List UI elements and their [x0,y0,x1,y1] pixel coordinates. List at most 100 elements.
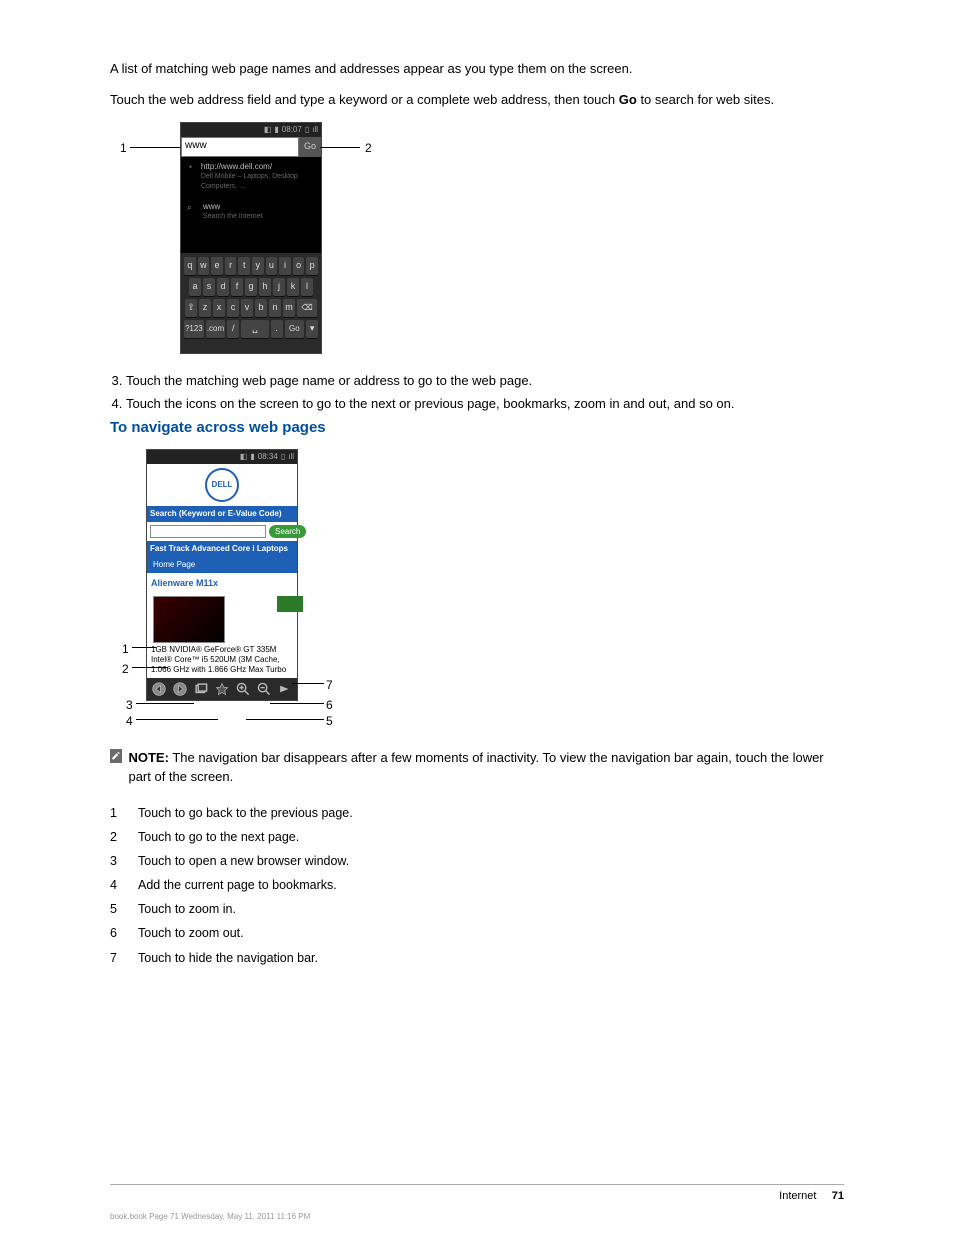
callout-c7-line [292,683,324,684]
phone-screenshot-2: ◧ ▮ 08:34 ▯ ıll DELL Search (Keyword or … [146,449,298,701]
intro-b-1: Touch the web address field and type a k… [110,92,619,107]
legend-row: 3Touch to open a new browser window. [110,849,363,873]
step-3: Touch the matching web page name or addr… [126,372,844,391]
callout-c1-line [132,647,156,648]
product-link[interactable]: Alienware M11x [147,573,297,594]
legend-text: Touch to zoom in. [138,897,363,921]
callout-c5: 5 [326,713,333,730]
on-screen-keyboard[interactable]: qwertyuiop asdfghjkl ⇧zxcvbnm⌫ ?123.com/… [181,253,321,353]
callout-2-line [320,147,360,148]
status-bar-2: ◧ ▮ 08:34 ▯ ıll [147,450,297,464]
legend-num: 3 [110,849,138,873]
search-icon: ⌕ [187,201,197,211]
callout-c4-line [136,719,218,720]
callout-1-line [130,147,180,148]
status-bar: ◧ ▮ 08:07 ▯ ıll [181,123,321,137]
kbd-hide-icon[interactable]: ▾ [306,320,318,338]
steps-list: Touch the matching web page name or addr… [110,372,844,414]
phone-screenshot-1: ◧ ▮ 08:07 ▯ ıll www Go ◔ http://www.dell… [180,122,322,354]
legend-text: Touch to zoom out. [138,921,363,945]
hide-nav-button[interactable] [275,680,293,698]
spec-line-1: 1GB NVIDIA® GeForce® GT 335M [147,645,297,655]
intro-para-a: A list of matching web page names and ad… [110,60,844,79]
battery-icon: ▯ [305,124,309,136]
section-navigate-title: To navigate across web pages [110,417,844,439]
legend-row: 5Touch to zoom in. [110,897,363,921]
callout-c7: 7 [326,677,333,694]
status-time: 08:07 [282,124,302,136]
site-search-input[interactable] [150,525,266,539]
sugg2-sub: Search the Internet [203,212,263,222]
back-button[interactable] [150,680,168,698]
battery-icon: ▯ [281,451,285,463]
fast-track-badge-icon [277,596,303,612]
spec-line-2: Intel® Core™ i5 520UM (3M Cache, 1.066 G… [147,655,297,675]
callout-2: 2 [365,140,372,157]
intro-para-b: Touch the web address field and type a k… [110,91,844,110]
book-file-stamp: book.book Page 71 Wednesday, May 11, 201… [110,1211,310,1223]
suggestion-search[interactable]: ⌕ www Search the Internet [181,197,321,227]
forward-button[interactable] [171,680,189,698]
url-input[interactable]: www [181,137,299,157]
nav-toolbar [147,678,297,700]
sugg1-sub: Dell Mobile – Laptops, Desktop Computers… [201,172,315,192]
note-text: The navigation bar disappears after a fe… [128,750,823,784]
wifi-icon: ◧ [264,124,272,136]
callout-c3-line [136,703,194,704]
legend-text: Touch to open a new browser window. [138,849,363,873]
footer-rule [110,1184,844,1185]
legend-num: 1 [110,801,138,825]
zoom-out-button[interactable] [255,680,273,698]
fast-track-bar: Fast Track Advanced Core i Laptops [147,541,297,557]
product-image [153,596,225,643]
shift-icon[interactable]: ⇧ [185,299,197,317]
figure-url-entry: 1 ◧ ▮ 08:07 ▯ ıll www Go ◔ http://www.de… [110,122,844,362]
callout-c1: 1 [122,641,129,658]
legend-num: 5 [110,897,138,921]
legend-text: Add the current page to bookmarks. [138,873,363,897]
legend-text: Touch to hide the navigation bar. [138,946,363,970]
footer-page-number: 71 [832,1190,844,1202]
note-icon [110,749,122,763]
sugg1-url: http://www.dell.com/ [201,161,315,173]
callout-c6: 6 [326,697,333,714]
history-icon: ◔ [187,161,195,171]
legend-row: 4Add the current page to bookmarks. [110,873,363,897]
legend-num: 4 [110,873,138,897]
signal-icon: ▮ [274,124,278,136]
page-footer: Internet 71 [779,1189,844,1205]
footer-section: Internet [779,1190,816,1202]
sugg2-title: www [203,201,263,213]
note-box: NOTE: The navigation bar disappears afte… [110,749,844,787]
signal-icon: ▮ [250,451,254,463]
site-search-button[interactable]: Search [269,525,306,539]
wifi-icon: ◧ [240,451,248,463]
callout-c2: 2 [122,661,129,678]
zoom-in-button[interactable] [234,680,252,698]
legend-text: Touch to go to the next page. [138,825,363,849]
legend-num: 6 [110,921,138,945]
suggestion-history[interactable]: ◔ http://www.dell.com/ Dell Mobile – Lap… [181,157,321,197]
legend-table: 1Touch to go back to the previous page.2… [110,801,363,970]
intro-b-2: to search for web sites. [640,92,774,107]
new-window-button[interactable] [192,680,210,698]
callout-c4: 4 [126,713,133,730]
bookmark-button[interactable] [213,680,231,698]
legend-num: 2 [110,825,138,849]
callout-c6-line [270,703,324,704]
legend-row: 6Touch to zoom out. [110,921,363,945]
search-label: Search (Keyword or E-Value Code) [147,506,297,522]
legend-row: 2Touch to go to the next page. [110,825,363,849]
figure-navigate: ◧ ▮ 08:34 ▯ ıll DELL Search (Keyword or … [110,449,844,739]
home-page-link[interactable]: Home Page [147,557,297,573]
bars-icon: ıll [312,124,318,136]
backspace-icon[interactable]: ⌫ [297,299,317,317]
callout-c5-line [246,719,324,720]
step-4: Touch the icons on the screen to go to t… [126,395,844,414]
callout-c3: 3 [126,697,133,714]
go-button[interactable]: Go [299,137,321,157]
bars-icon: ıll [288,451,294,463]
note-prefix: NOTE: [128,750,168,765]
legend-num: 7 [110,946,138,970]
legend-text: Touch to go back to the previous page. [138,801,363,825]
